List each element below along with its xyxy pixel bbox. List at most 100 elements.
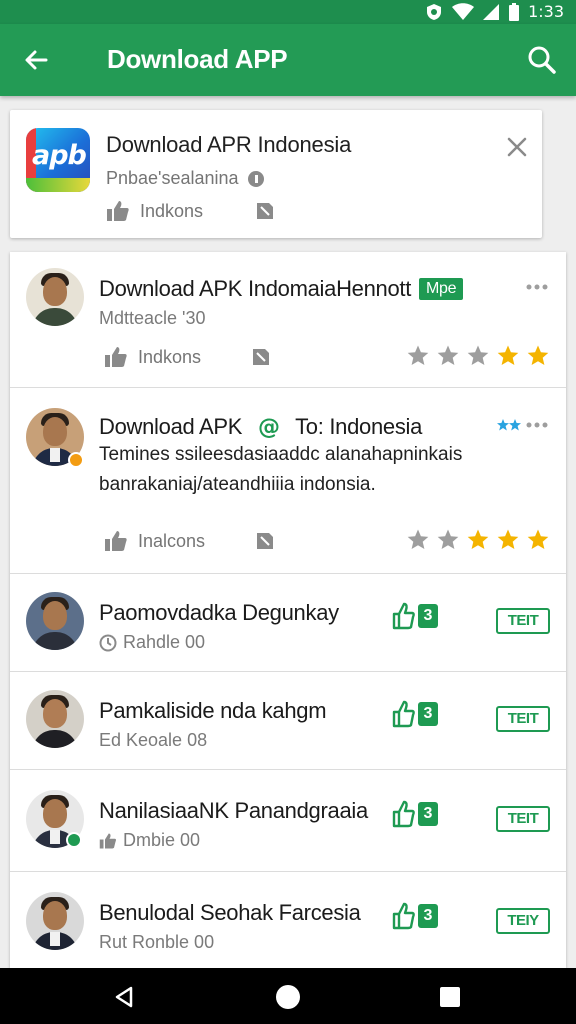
item-title: Pamkaliside nda kahgm [99, 698, 327, 723]
app-card[interactable]: apb Download APR Indonesia Pnbae'sealani… [10, 110, 542, 238]
thumbs-up-icon[interactable] [104, 530, 128, 552]
item-title: Paomovdadka Degunkay [99, 600, 339, 625]
star-icon [437, 529, 459, 549]
app-subtitle: Pnbae'sealanina [106, 168, 265, 189]
signal-icon [483, 3, 500, 20]
like-count: 3 [418, 702, 438, 726]
list-item[interactable]: Download APK IndomaiaHennott Mpe Mdtteacl… [10, 252, 566, 388]
item-title: Download APK IndomaiaHennott Mpe [99, 276, 464, 302]
star-icon [467, 345, 489, 365]
item-description-line: banrakaniaj/ateandhiiia indonsia. [99, 474, 376, 495]
app-subtitle-text: Pnbae'sealanina [106, 168, 239, 188]
shield-icon [427, 3, 442, 20]
thumbs-up-icon [99, 833, 116, 848]
like-count: 3 [418, 802, 438, 826]
list-item[interactable]: Download APK @ To: Indonesia Temines ssi… [10, 388, 566, 574]
star-icon [467, 529, 489, 549]
item-subtitle: Mdtteacle '30 [99, 308, 206, 328]
list-item[interactable]: NanilasiaaNK Panandgraaia Dmbie 00 3 TEI… [10, 770, 566, 872]
like-counter[interactable]: 3 [392, 700, 438, 728]
like-counter[interactable]: 3 [392, 602, 438, 630]
item-title-text: Download APK [99, 414, 243, 439]
star-icon [527, 345, 549, 365]
tag-badge: Mpe [419, 278, 464, 300]
item-meta-label: Inalcons [138, 530, 206, 551]
star-icon [437, 345, 459, 365]
item-meta: Indkons [104, 346, 271, 368]
action-button[interactable]: TEIT [496, 608, 550, 634]
item-subtitle: Ed Keoale 08 [99, 730, 208, 750]
rating-stars [406, 344, 550, 368]
thumbs-up-outline-icon [392, 902, 415, 930]
like-count: 3 [418, 904, 438, 928]
clock-icon [99, 634, 117, 651]
item-description: Temines ssileesdasiaaddc alanahapninkais… [99, 440, 539, 500]
featured-stars-icon [497, 419, 521, 431]
list-item[interactable]: Pamkaliside nda kahgm Ed Keoale 08 3 TEI… [10, 672, 566, 770]
app-meta-label: Indkons [140, 200, 204, 221]
item-meta: Inalcons [104, 530, 275, 552]
like-counter[interactable]: 3 [392, 800, 438, 828]
item-title: Download APK @ To: Indonesia [99, 414, 422, 440]
back-arrow-icon[interactable] [20, 44, 52, 76]
action-button[interactable]: TEIT [496, 706, 550, 732]
avatar [26, 690, 84, 748]
star-icon [497, 529, 519, 549]
item-title: NanilasiaaNK Panandgraaia [99, 798, 368, 823]
thumbs-up-icon[interactable] [104, 346, 128, 368]
avatar [26, 592, 84, 650]
more-icon[interactable] [526, 284, 548, 290]
thumbs-up-outline-icon [392, 800, 415, 828]
system-nav-bar [0, 968, 576, 1024]
bookmark-icon[interactable] [255, 531, 275, 551]
star-icon [527, 529, 549, 549]
battery-icon [509, 2, 520, 21]
list-item[interactable]: Paomovdadka Degunkay Rahdle 00 3 TEIT [10, 574, 566, 672]
item-title-suffix: To: Indonesia [295, 414, 423, 439]
status-icons: 1:33 [424, 2, 564, 21]
status-time: 1:33 [528, 2, 564, 21]
nav-home-icon[interactable] [276, 985, 300, 1009]
info-icon [247, 170, 264, 187]
item-title: Benulodal Seohak Farcesia [99, 900, 361, 925]
page-title: Download APP [107, 44, 288, 74]
avatar [26, 268, 84, 326]
thumbs-up-outline-icon [392, 602, 415, 630]
status-badge [68, 452, 84, 468]
star-icon [497, 345, 519, 365]
star-icon [407, 345, 429, 365]
list-item[interactable]: Benulodal Seohak Farcesia Rut Ronble 00 … [10, 872, 566, 968]
results-list: Download APK IndomaiaHennott Mpe Mdtteacl… [10, 252, 566, 968]
bookmark-icon[interactable] [251, 347, 271, 367]
more-icon[interactable] [526, 422, 548, 428]
rating-stars [406, 528, 550, 552]
item-subtitle: Dmbie 00 [99, 830, 200, 851]
item-subtitle: Rut Ronble 00 [99, 932, 215, 952]
app-bar: Download APP [0, 24, 576, 96]
action-button[interactable]: TEIY [496, 908, 550, 934]
wifi-icon [452, 2, 475, 20]
nav-recent-icon[interactable] [440, 987, 460, 1007]
star-icon [407, 529, 429, 549]
at-icon: @ [257, 415, 280, 440]
avatar [26, 892, 84, 950]
nav-back-icon[interactable] [114, 986, 134, 1008]
item-title-text: Download APK IndomaiaHennott [99, 276, 412, 301]
app-logo: apb [26, 128, 90, 192]
search-icon[interactable] [526, 44, 558, 76]
item-subtitle: Rahdle 00 [99, 632, 205, 653]
verified-badge [66, 832, 82, 848]
item-subtitle-text: Dmbie 00 [123, 830, 201, 850]
item-meta-label: Indkons [138, 346, 202, 367]
like-count: 3 [418, 604, 438, 628]
bookmark-icon[interactable] [255, 201, 275, 221]
action-button[interactable]: TEIT [496, 806, 550, 832]
item-description-line: Temines ssileesdasiaaddc alanahapninkais [99, 444, 463, 465]
thumbs-up-icon[interactable] [106, 200, 130, 222]
like-counter[interactable]: 3 [392, 902, 438, 930]
close-icon[interactable] [504, 134, 530, 160]
status-bar: 1:33 [0, 0, 576, 24]
item-subtitle-text: Rahdle 00 [123, 632, 206, 652]
thumbs-up-outline-icon [392, 700, 415, 728]
app-title: Download APR Indonesia [106, 132, 352, 157]
